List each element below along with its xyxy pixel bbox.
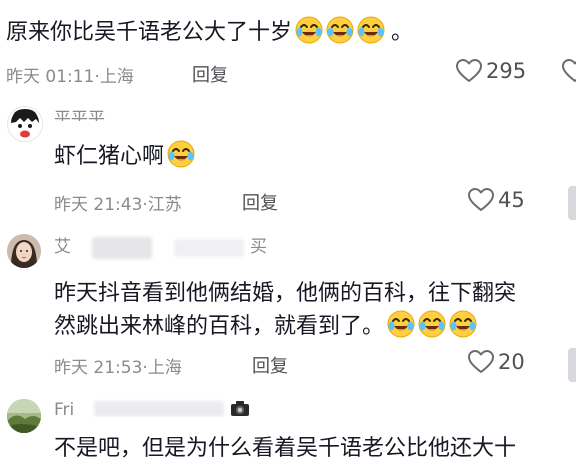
username-blur <box>92 237 152 259</box>
laughing-crying-emoji-icon <box>387 310 416 338</box>
comment-time: 昨天 21:53 <box>54 358 143 378</box>
heart-icon <box>468 188 494 211</box>
username[interactable]: Fri <box>54 399 274 417</box>
like-button[interactable]: 20 <box>468 350 525 374</box>
avatar[interactable] <box>7 106 43 142</box>
comment-item: 原来你比吴千语老公大了十岁。 昨天 01:11·上海 回复 295 <box>0 0 576 92</box>
heart-icon <box>456 59 482 82</box>
comment-time: 昨天 21:43 <box>54 195 143 215</box>
cartoon-avatar-icon <box>8 107 42 141</box>
reply-button[interactable]: 回复 <box>242 189 278 215</box>
side-divider <box>568 348 576 382</box>
side-divider <box>568 186 576 220</box>
comment-item: 艾 买 昨天抖音看到他俩结婚，他俩的百科，往下翻突 然跳出来林峰的百科，就看到了… <box>0 228 576 388</box>
camera-icon <box>231 401 249 416</box>
person-photo-icon <box>7 234 41 268</box>
comment-text: 原来你比吴千语老公大了十岁。 <box>6 16 413 49</box>
comment-text: 昨天抖音看到他俩结婚，他俩的百科，往下翻突 然跳出来林峰的百科，就看到了。 <box>54 281 517 339</box>
landscape-photo-icon <box>7 399 41 433</box>
laughing-crying-emoji-icon <box>418 310 447 338</box>
laughing-crying-emoji-icon <box>167 140 196 168</box>
username[interactable]: 艾 买 <box>54 235 284 259</box>
laughing-crying-emoji-icon <box>295 16 324 44</box>
like-count: 20 <box>498 350 525 374</box>
laughing-crying-emoji-icon <box>357 16 386 44</box>
avatar[interactable] <box>7 399 41 433</box>
like-count: 295 <box>486 59 527 83</box>
like-count: 45 <box>498 188 525 212</box>
comment-item: Fri 不是吧，但是为什么看着吴千语老公比他还大十 <box>0 395 576 466</box>
laughing-crying-emoji-icon <box>326 16 355 44</box>
comment-text: 虾仁猪心啊 <box>54 140 196 173</box>
comment-meta: 昨天 21:43·江苏 <box>54 195 182 215</box>
heart-icon <box>468 350 494 373</box>
reply-button[interactable]: 回复 <box>192 61 228 87</box>
username-blur <box>174 239 244 257</box>
comment-text: 不是吧，但是为什么看着吴千语老公比他还大十 <box>54 436 517 461</box>
comment-location: 上海 <box>99 67 134 87</box>
avatar[interactable] <box>7 234 41 268</box>
username[interactable]: 平平平 <box>54 107 105 121</box>
comment-meta: 昨天 21:53·上海 <box>54 358 182 378</box>
like-button[interactable]: 45 <box>468 188 525 212</box>
comment-item: 平平平 虾仁猪心啊 昨天 21:43·江苏 回复 45 <box>0 100 576 220</box>
comment-meta: 昨天 01:11·上海 <box>6 67 134 87</box>
heart-icon[interactable] <box>562 59 576 83</box>
like-button[interactable]: 295 <box>456 59 526 83</box>
comment-location: 江苏 <box>147 195 182 215</box>
comment-location: 上海 <box>147 358 182 378</box>
username-blur <box>94 401 224 417</box>
laughing-crying-emoji-icon <box>449 310 478 338</box>
reply-button[interactable]: 回复 <box>252 352 288 378</box>
comment-time: 昨天 01:11 <box>6 67 95 87</box>
